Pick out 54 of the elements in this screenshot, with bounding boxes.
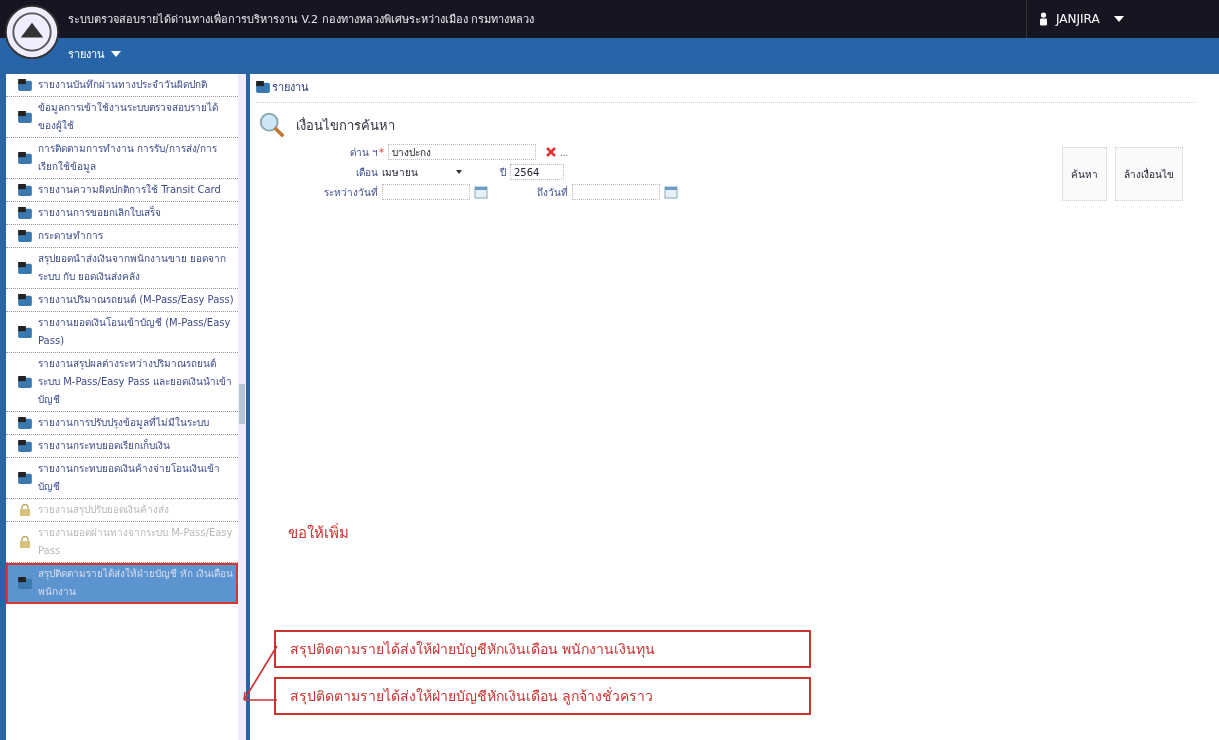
sidebar-item[interactable]: รายงานความผิดปกติการใช้ Transit Card [6, 179, 238, 202]
field-label: ระหว่างวันที่ [323, 184, 378, 200]
field-label: ถึงวันที่ [536, 184, 568, 200]
required-mark: * [379, 146, 384, 158]
folder-icon [18, 111, 32, 123]
sidebar-item[interactable]: รายงานการขอยกเลิกใบเสร็จ [6, 202, 238, 225]
caret-icon [111, 51, 121, 57]
annotation-note: ขอให้เพิ่ม [288, 522, 350, 544]
date-field[interactable] [572, 184, 660, 200]
annotation-callout: สรุปติดตามรายได้ส่งให้ฝ่ายบัญชีหักเงินเดือน ลูกจ้างชั่วคราว [274, 677, 811, 715]
folder-icon [18, 152, 32, 164]
date-field[interactable] [382, 184, 470, 200]
checkpoint-field[interactable]: บางปะกง [388, 144, 536, 160]
folder-icon [18, 230, 32, 242]
folder-icon [18, 440, 32, 452]
caret-icon [456, 170, 462, 174]
folder-icon [18, 262, 32, 274]
user-icon [1039, 12, 1048, 26]
folder-icon [18, 417, 32, 429]
annotation-callout: สรุปติดตามรายได้ส่งให้ฝ่ายบัญชีหักเงินเดือน พนักงานเงินทุน [274, 630, 811, 668]
field-label: ด่าน ฯ [348, 145, 378, 160]
folder-icon [256, 81, 270, 93]
folder-icon [18, 472, 32, 484]
folder-icon [18, 79, 32, 91]
sidebar-item[interactable]: รายงานบันทึกผ่านทางประจำวันผิดปกติ [6, 74, 238, 97]
lock-icon [18, 536, 32, 548]
action-button[interactable]: ค้นหา [1062, 147, 1107, 201]
folder-icon [18, 207, 32, 219]
breadcrumb: รายงาน [256, 78, 1196, 103]
calendar-icon[interactable] [474, 185, 488, 199]
field-label: ปี [498, 165, 506, 180]
month-dropdown[interactable]: เมษายน [382, 164, 462, 180]
clear-icon[interactable] [546, 147, 556, 157]
menu-item[interactable]: รายงาน [68, 45, 121, 63]
folder-icon [18, 376, 32, 388]
sidebar-item[interactable]: รายงานกระทบยอดเรียกเก็บเงิน [6, 435, 238, 458]
folder-icon [18, 326, 32, 338]
sidebar-item[interactable]: กระดาษทำการ [6, 225, 238, 248]
caret-icon [1113, 16, 1124, 22]
app-title: ระบบตรวจสอบรายได้ด่านทางเพื่อการบริหารงาน V.2 กองทางหลวงพิเศษระหว่างเมือง กรมทางหลวง [68, 10, 536, 28]
lock-icon [18, 504, 32, 516]
year-field[interactable]: 2564 [510, 164, 564, 180]
folder-icon [18, 294, 32, 306]
search-icon [258, 111, 286, 139]
folder-icon [18, 184, 32, 196]
browse-button[interactable]: ... [560, 146, 569, 158]
action-button[interactable]: ล้างเงื่อนไข [1115, 147, 1183, 201]
folder-icon [18, 577, 32, 589]
scrollbar[interactable] [238, 74, 246, 740]
section-title: เงื่อนไขการค้นหา [296, 116, 395, 135]
calendar-icon[interactable] [664, 185, 678, 199]
sidebar-item[interactable]: รายงานปริมาณรถยนต์ (M-Pass/Easy Pass) [6, 289, 238, 312]
field-label: เดือน [355, 165, 378, 180]
sidebar-item[interactable]: รายงานการปรับปรุงข้อมูลที่ไม่มีในระบบ [6, 412, 238, 435]
